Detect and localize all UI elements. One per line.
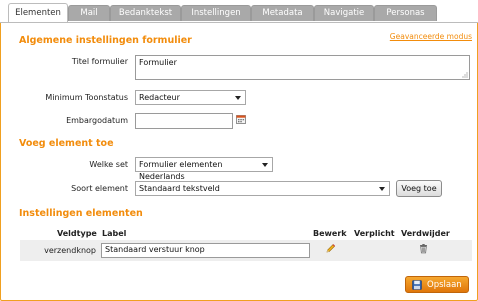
- element-set-select[interactable]: Formulier elementen Nederlands: [135, 157, 273, 181]
- min-status-value: Redacteur: [139, 93, 180, 102]
- min-status-select[interactable]: Redacteur: [135, 90, 246, 105]
- embargo-label: Embargodatum: [66, 116, 128, 125]
- tab-navigatie[interactable]: Navigatie: [314, 5, 374, 21]
- element-type-label: Soort element: [71, 184, 128, 193]
- tab-instellingen[interactable]: Instellingen: [181, 5, 251, 21]
- min-status-label: Minimum Toonstatus: [45, 93, 128, 102]
- save-button[interactable]: Opslaan: [405, 276, 469, 293]
- chevron-down-icon: [262, 163, 268, 167]
- chevron-down-icon: [379, 187, 385, 191]
- element-type-value: Standaard tekstveld: [139, 184, 220, 193]
- save-button-label: Opslaan: [427, 280, 462, 290]
- title-label: Titel formulier: [71, 57, 128, 66]
- floppy-disk-icon: [412, 280, 422, 290]
- title-value: Formulier: [139, 58, 177, 67]
- element-type-select[interactable]: Standaard tekstveld: [135, 181, 390, 196]
- tab-mail[interactable]: Mail: [68, 5, 110, 21]
- calendar-icon[interactable]: [236, 114, 246, 124]
- advanced-mode-link[interactable]: Geavanceerde modus: [390, 32, 472, 41]
- col-delete: Verdwijder: [401, 229, 450, 238]
- row-label-value: Standaard verstuur knop: [105, 245, 205, 254]
- col-required: Verplicht: [354, 229, 395, 238]
- tab-bar: Elementen Mail Bedanktekst Instellingen …: [0, 0, 478, 23]
- row-fieldtype: verzendknop: [44, 246, 96, 255]
- embargo-date-field[interactable]: [135, 113, 233, 129]
- trash-icon[interactable]: [418, 243, 429, 254]
- resize-grip-icon[interactable]: [462, 72, 468, 78]
- tab-bedanktekst[interactable]: Bedanktekst: [110, 5, 181, 21]
- set-label: Welke set: [89, 160, 128, 169]
- pencil-icon[interactable]: [325, 243, 336, 254]
- element-settings-heading: Instellingen elementen: [19, 208, 143, 219]
- tab-elementen[interactable]: Elementen: [8, 3, 68, 22]
- tab-metadata[interactable]: Metadata: [251, 5, 314, 21]
- general-settings-heading: Algemene instellingen formulier: [19, 35, 192, 46]
- add-element-button[interactable]: Voeg toe: [396, 180, 442, 197]
- chevron-down-icon: [235, 96, 241, 100]
- col-label: Label: [102, 229, 127, 238]
- row-label-input[interactable]: Standaard verstuur knop: [101, 243, 310, 258]
- title-field[interactable]: Formulier: [135, 55, 470, 80]
- col-fieldtype: Veldtype: [57, 229, 97, 238]
- col-edit: Bewerk: [313, 229, 347, 238]
- add-element-heading: Voeg element toe: [19, 138, 114, 149]
- tab-personas[interactable]: Personas: [374, 5, 437, 21]
